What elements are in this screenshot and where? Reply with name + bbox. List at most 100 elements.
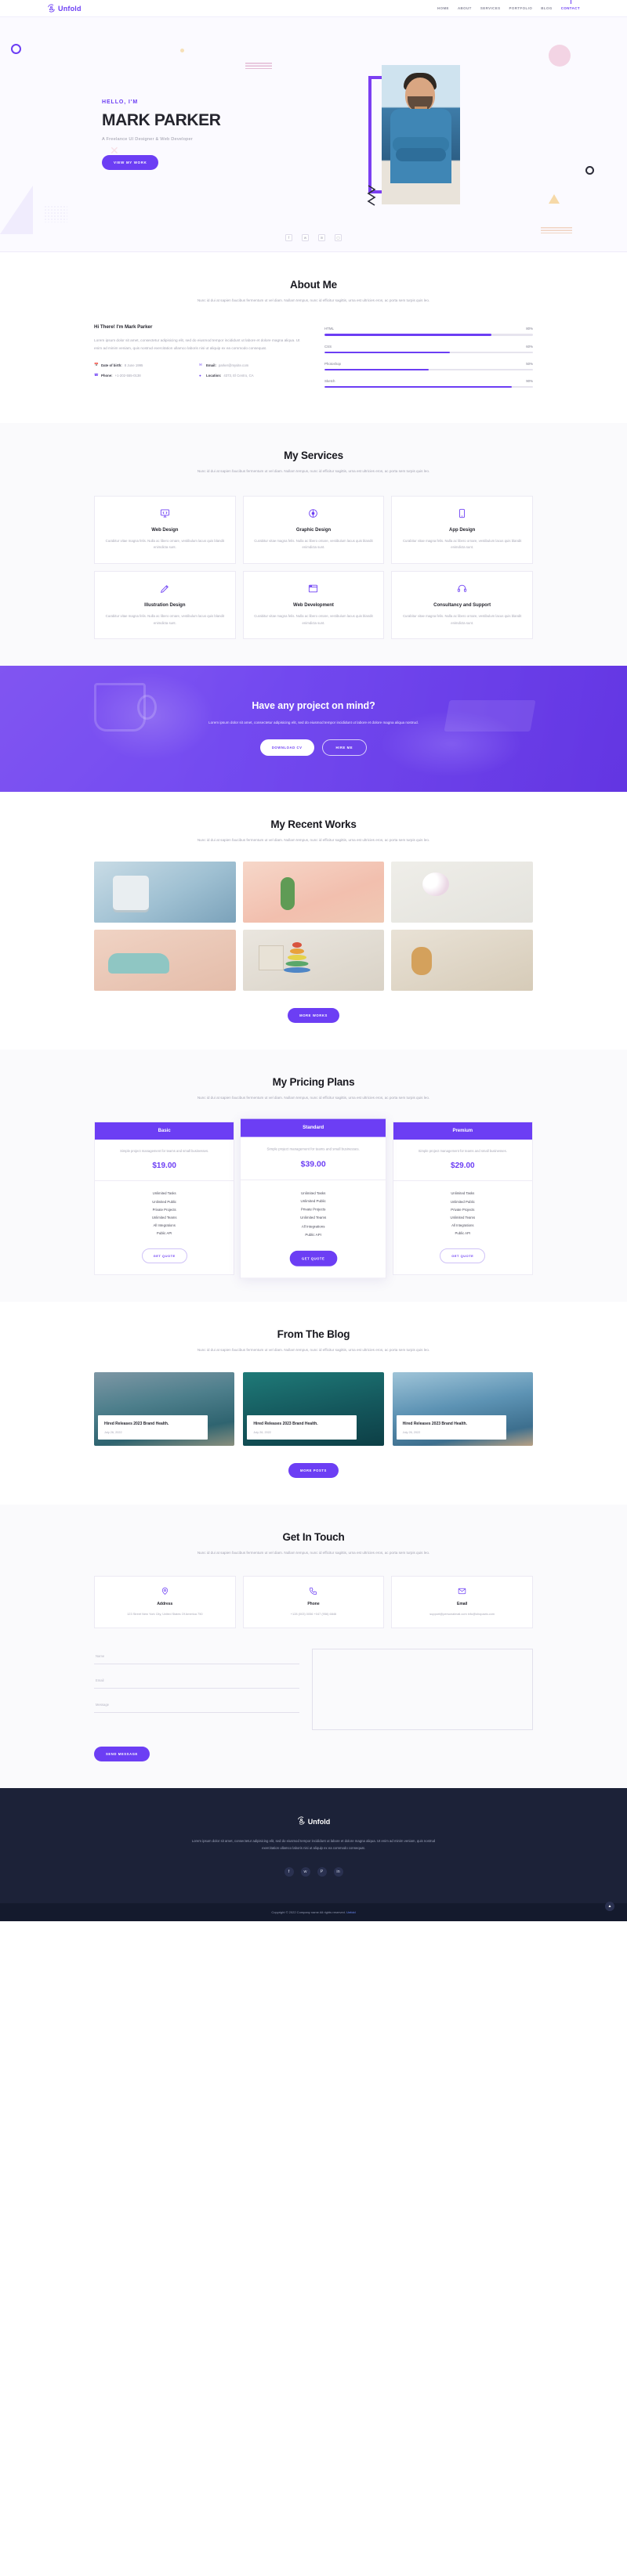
plan-feature: Public API — [455, 1230, 471, 1235]
blog-section: From The Blog Nunc id dui at sapien fauc… — [0, 1302, 627, 1505]
plan-feature: Unlimited Tasks — [152, 1191, 176, 1196]
footer-logo[interactable]: Unfold — [0, 1816, 627, 1826]
message-input[interactable] — [94, 1697, 299, 1714]
contact-card-email: Email support@personalmail.com info@shop… — [391, 1575, 533, 1629]
mobile-phone-icon — [400, 508, 524, 521]
skill-name: CSS — [324, 344, 332, 349]
pricing-subtitle: Nunc id dui at sapien faucibus fermentum… — [197, 1095, 430, 1100]
linkedin-icon[interactable]: in — [333, 1867, 343, 1877]
service-card-graphic-design[interactable]: Graphic Design Curabitur vitae magna fel… — [242, 495, 385, 564]
more-works-button[interactable]: MORE WORKS — [288, 1007, 339, 1023]
pricing-card-premium: Premium Simple project management for te… — [392, 1122, 533, 1275]
work-item-robot[interactable] — [94, 861, 236, 923]
nav-item-portfolio[interactable]: PORTFOLIO — [509, 6, 533, 10]
send-message-button[interactable]: SEND MESSAGE — [94, 1747, 150, 1762]
contact-subtitle: Nunc id dui at sapien faucibus fermentum… — [197, 1551, 430, 1555]
nav-item-about[interactable]: ABOUT — [458, 6, 472, 10]
cta-title: Have any project on mind? — [252, 700, 375, 712]
portrait-photo — [382, 65, 460, 204]
hero-text-block: HELLO, I'M MARK PARKER A Freelance UI De… — [94, 99, 290, 170]
instagram-icon[interactable]: ▢ — [335, 234, 342, 241]
hero-photo-block — [290, 65, 533, 206]
skill-name: Photoshop — [324, 361, 341, 366]
blog-card[interactable]: Hired Releases 2023 Brand Health. July 2… — [243, 1372, 384, 1447]
email-input[interactable] — [94, 1673, 299, 1689]
download-cv-button[interactable]: DOWNLOAD CV — [259, 739, 314, 757]
decor-yellow-triangle — [549, 194, 560, 204]
view-my-work-button[interactable]: VIEW MY WORK — [102, 155, 159, 170]
nav-item-blog[interactable]: BLOG — [541, 6, 552, 10]
plan-feature: All Integrations — [153, 1223, 176, 1227]
service-card-app-design[interactable]: App Design Curabitur vitae magna felis. … — [391, 495, 533, 564]
info-phone: ☎ Phone: +1-202-555-0138 — [94, 373, 199, 378]
service-name: Graphic Design — [295, 527, 332, 533]
info-email: ✉ Email: parker@mysite.com — [199, 363, 304, 367]
plan-price: $29.00 — [451, 1162, 475, 1171]
service-card-web-development[interactable]: Web Development Curabitur vitae magna fe… — [242, 570, 385, 640]
mail-icon: ✉ — [199, 363, 202, 367]
service-card-illustration-design[interactable]: Illustration Design Curabitur vitae magn… — [94, 570, 236, 640]
contact-card-value: support@personalmail.com info@shopacts.c… — [429, 1611, 495, 1616]
info-value: +1-202-555-0138 — [114, 373, 141, 378]
blog-subtitle: Nunc id dui at sapien faucibus fermentum… — [197, 1348, 430, 1352]
name-input[interactable] — [94, 1649, 299, 1665]
work-item-blocks[interactable] — [242, 929, 385, 991]
more-posts-button[interactable]: MORE POSTS — [288, 1463, 339, 1479]
plan-desc: Simple project management for teams and … — [120, 1149, 209, 1154]
plan-name: Standard — [241, 1118, 386, 1137]
copyright-text: Copyright © 2022 Company name All rights… — [271, 1910, 346, 1915]
blog-post-title: Hired Releases 2023 Brand Health. — [253, 1421, 318, 1426]
facebook-icon[interactable]: f — [284, 1867, 294, 1877]
blog-title: From The Blog — [277, 1328, 350, 1340]
hero-subtitle: A Freelance UI Designer & Web Developer — [102, 137, 193, 142]
work-item-toy-car[interactable] — [94, 929, 236, 991]
message-textarea[interactable] — [312, 1649, 533, 1731]
info-label: Date of birth: — [101, 363, 122, 367]
pricing-section: My Pricing Plans Nunc id dui at sapien f… — [0, 1049, 627, 1302]
blog-card[interactable]: Hired Releases 2023 Brand Health. July 2… — [392, 1372, 533, 1447]
get-quote-button-basic[interactable]: GET QUOTE — [141, 1248, 187, 1263]
service-desc: Curabitur vitae magna felis. Nulla ac li… — [105, 613, 225, 625]
contact-section: Get In Touch Nunc id dui at sapien fauci… — [0, 1505, 627, 1789]
location-pin-icon — [101, 1587, 229, 1597]
plan-feature: Unlimited Tasks — [451, 1191, 475, 1196]
nav-item-services[interactable]: SERVICES — [480, 6, 501, 10]
service-card-consultancy-support[interactable]: Consultancy and Support Curabitur vitae … — [391, 570, 533, 640]
hero-social-bar: f w in ▢ — [0, 234, 627, 241]
nav-item-home[interactable]: HOME — [437, 6, 449, 10]
site-footer: Unfold Lorem ipsum dolor sit amet, conse… — [0, 1788, 627, 1912]
about-title: About Me — [290, 279, 337, 291]
decor-squiggle-icon — [367, 185, 376, 206]
work-item-teddy-bear[interactable] — [391, 929, 533, 991]
skills-column: HTML 80% CSS 60% Photoshop 50% Sketch 90… — [324, 324, 533, 396]
twitter-icon[interactable]: w — [302, 234, 309, 241]
skill-percent: 50% — [526, 361, 533, 366]
pricing-title: My Pricing Plans — [272, 1075, 355, 1088]
service-desc: Curabitur vitae magna felis. Nulla ac li… — [402, 538, 522, 550]
hire-me-button[interactable]: HIRE ME — [321, 739, 368, 757]
blog-post-title: Hired Releases 2023 Brand Health. — [402, 1421, 467, 1426]
work-item-cactus[interactable] — [242, 861, 385, 923]
pinterest-icon[interactable]: P — [317, 1867, 327, 1877]
plan-feature: Unlimited Tasks — [301, 1191, 326, 1196]
plan-features: Unlimited Tasks Unlimited Public Private… — [95, 1180, 234, 1247]
facebook-icon[interactable]: f — [285, 234, 292, 241]
blog-card[interactable]: Hired Releases 2023 Brand Health. July 2… — [94, 1372, 235, 1447]
get-quote-button-standard[interactable]: GET QUOTE — [289, 1250, 338, 1266]
blog-post-title: Hired Releases 2023 Brand Health. — [104, 1421, 169, 1426]
decor-purple-ring — [11, 44, 21, 54]
contact-card-value: 123 Street New York City, United States … — [127, 1611, 203, 1616]
service-card-web-design[interactable]: Web Design Curabitur vitae magna felis. … — [94, 495, 236, 564]
linkedin-icon[interactable]: in — [318, 234, 325, 241]
logo[interactable]: Unfold — [47, 4, 82, 13]
copyright-link[interactable]: Unfold — [346, 1910, 356, 1914]
work-item-flowers[interactable] — [391, 861, 533, 923]
plan-feature: Public API — [305, 1232, 322, 1237]
pricing-grid: Basic Simple project management for team… — [94, 1118, 533, 1279]
twitter-icon[interactable]: w — [300, 1867, 310, 1877]
get-quote-button-premium[interactable]: GET QUOTE — [440, 1248, 486, 1263]
works-subtitle: Nunc id dui at sapien faucibus fermentum… — [197, 838, 430, 843]
nav-item-contact[interactable]: CONTACT — [561, 0, 580, 10]
code-screen-icon — [103, 508, 227, 521]
info-value: 4373, El Centro, CA — [223, 373, 254, 378]
